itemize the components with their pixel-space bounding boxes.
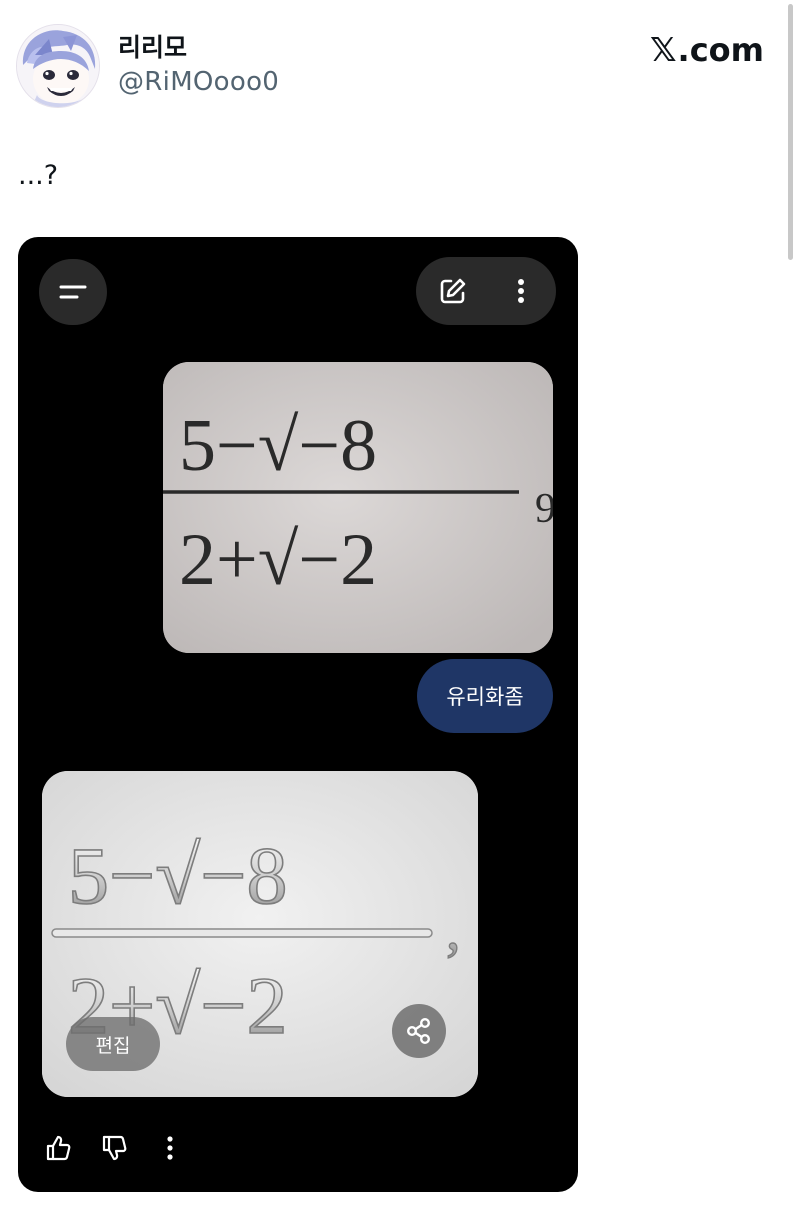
user-prompt-bubble[interactable]: 유리화좀 <box>417 659 553 733</box>
edit-image-button[interactable]: 편집 <box>66 1017 160 1071</box>
fraction-trailing-char: 9 <box>535 486 553 532</box>
brand-text: .com <box>677 30 764 69</box>
share-button[interactable] <box>392 1004 446 1058</box>
more-vertical-icon <box>518 279 524 303</box>
avatar[interactable] <box>16 24 100 108</box>
avatar-illustration <box>17 25 99 107</box>
user-handle[interactable]: @RiMOooo0 <box>118 67 279 97</box>
x-brand-link[interactable]: 𝕏 .com <box>650 30 764 69</box>
x-logo-icon: 𝕏 <box>649 30 677 69</box>
more-vertical-icon <box>167 1136 173 1160</box>
menu-icon <box>59 285 87 299</box>
handwritten-fraction-image: 5−√−8 2+√−2 9 <box>163 362 553 653</box>
top-actions <box>416 257 556 325</box>
edit-button[interactable] <box>428 266 478 316</box>
glass-trailing-char: , <box>446 897 461 962</box>
menu-button[interactable] <box>39 259 107 325</box>
display-name[interactable]: 리리모 <box>118 28 187 64</box>
more-options-button[interactable] <box>496 266 546 316</box>
page-scrollbar[interactable] <box>788 4 793 260</box>
thumbs-up-button[interactable] <box>40 1130 76 1166</box>
input-photo[interactable]: 5−√−8 2+√−2 9 <box>163 362 553 653</box>
edit-icon <box>440 278 466 304</box>
thumbs-up-icon <box>46 1135 71 1161</box>
glass-numerator: 5−√−8 <box>68 830 288 921</box>
share-icon <box>407 1018 431 1045</box>
thumbs-down-button[interactable] <box>96 1130 132 1166</box>
thumbs-down-icon <box>102 1135 127 1161</box>
fraction-denominator: 2+√−2 <box>179 519 377 601</box>
media-card[interactable]: 5−√−8 2+√−2 9 유리화좀 5−√−8 2+√−2 , 편집 <box>18 237 578 1192</box>
tweet-text: ...? <box>18 160 59 191</box>
feedback-more-button[interactable] <box>152 1130 188 1166</box>
fraction-numerator: 5−√−8 <box>179 405 377 487</box>
